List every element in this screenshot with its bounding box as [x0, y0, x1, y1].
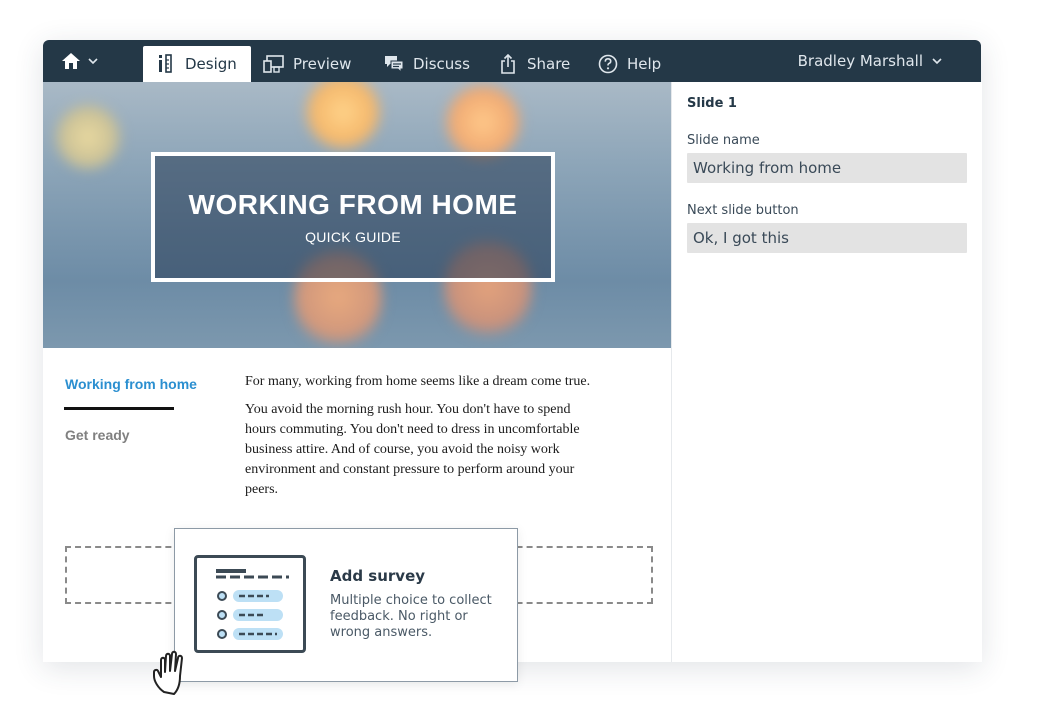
home-menu[interactable] — [61, 50, 105, 72]
tab-preview-label: Preview — [293, 55, 352, 73]
content-tab-working-from-home[interactable]: Working from home — [65, 376, 197, 392]
add-survey-card[interactable]: Add survey Multiple choice to collect fe… — [174, 528, 518, 682]
bokeh-light — [53, 102, 123, 172]
next-slide-button-field[interactable] — [687, 223, 967, 253]
survey-icon — [194, 555, 306, 653]
tab-discuss-label: Discuss — [413, 55, 470, 73]
bokeh-light — [443, 82, 523, 162]
content-body: For many, working from home seems like a… — [245, 372, 605, 508]
properties-panel: Slide 1 Slide name Next slide button — [671, 82, 982, 662]
survey-card-title: Add survey — [330, 567, 426, 585]
survey-card-description: Multiple choice to collect feedback. No … — [330, 593, 492, 640]
user-menu[interactable]: Bradley Marshall — [798, 40, 943, 82]
paragraph: For many, working from home seems like a… — [245, 374, 591, 389]
chevron-down-icon — [932, 58, 942, 65]
preview-icon — [263, 54, 285, 74]
paragraph: You avoid the morning rush hour. You don… — [245, 402, 580, 497]
slide-title: WORKING FROM HOME — [188, 189, 518, 220]
discuss-icon — [383, 54, 405, 74]
active-tab-underline — [64, 407, 174, 410]
bokeh-light — [303, 82, 383, 152]
top-navigation-bar: Design Preview Discuss Share Help Bradle… — [43, 40, 981, 82]
slide-name-field[interactable] — [687, 153, 967, 183]
help-icon — [597, 54, 619, 74]
tab-share[interactable]: Share — [497, 46, 570, 82]
grab-hand-cursor-icon — [153, 650, 183, 695]
hero-banner: WORKING FROM HOME QUICK GUIDE — [43, 82, 671, 348]
content-tab-get-ready[interactable]: Get ready — [65, 427, 130, 443]
tab-help[interactable]: Help — [597, 46, 661, 82]
panel-slide-title: Slide 1 — [687, 96, 737, 111]
next-slide-button-label: Next slide button — [687, 203, 799, 218]
share-icon — [497, 54, 519, 74]
slide-name-label: Slide name — [687, 133, 760, 148]
design-icon — [155, 54, 177, 74]
tab-discuss[interactable]: Discuss — [383, 46, 470, 82]
tab-design-label: Design — [185, 55, 237, 73]
tab-help-label: Help — [627, 55, 662, 73]
chevron-down-icon — [88, 58, 98, 65]
slide-title-box[interactable]: WORKING FROM HOME QUICK GUIDE — [151, 152, 555, 282]
slide-subtitle: QUICK GUIDE — [305, 229, 401, 245]
tab-preview[interactable]: Preview — [263, 46, 351, 82]
tab-share-label: Share — [527, 55, 571, 73]
tab-design[interactable]: Design — [143, 46, 251, 82]
user-name: Bradley Marshall — [797, 52, 923, 70]
home-icon — [62, 53, 80, 69]
